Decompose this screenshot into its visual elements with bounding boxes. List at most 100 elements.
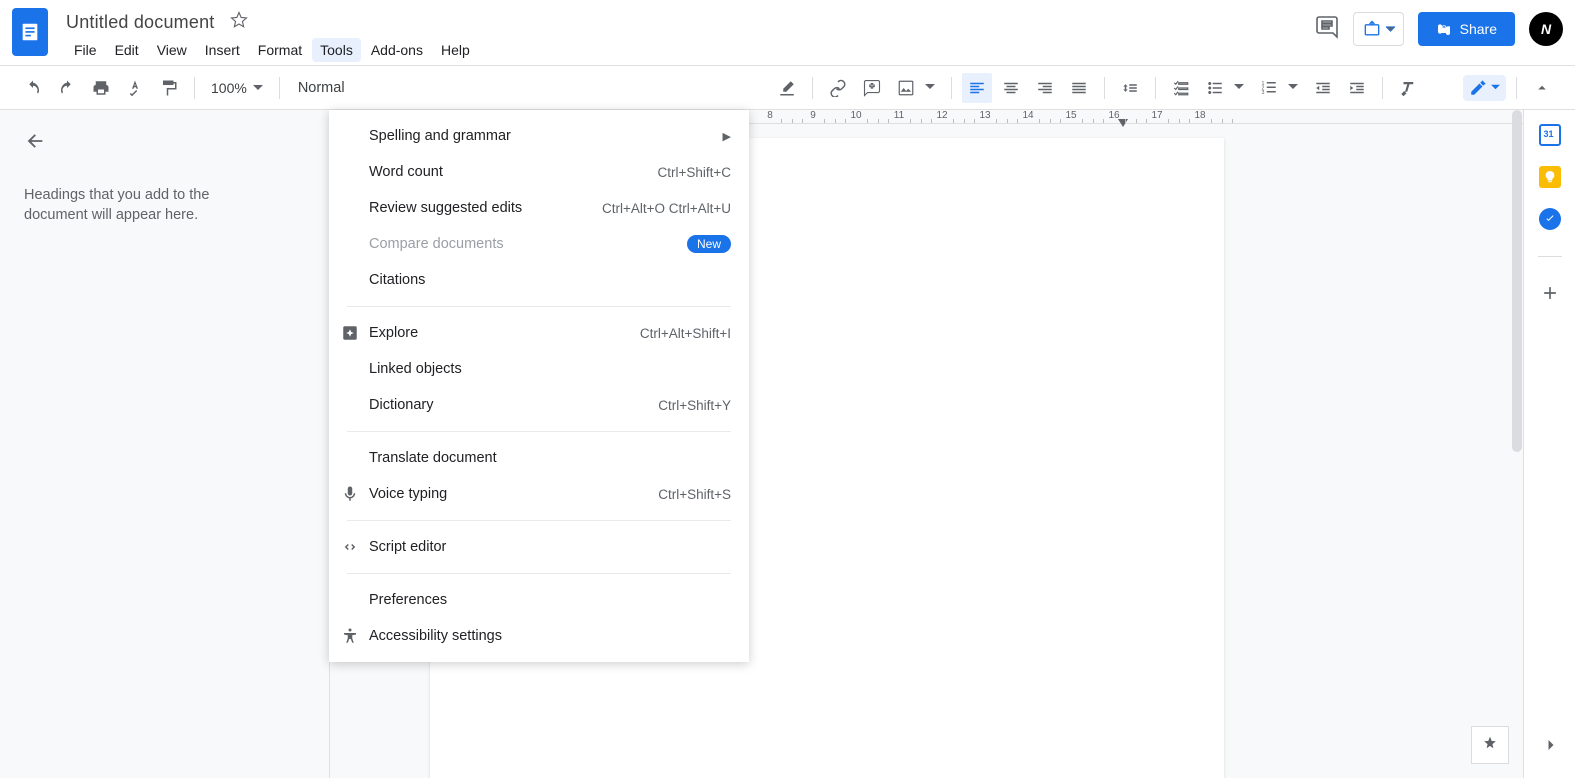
ruler-tick: 8 [767,110,773,121]
menu-file[interactable]: File [66,38,105,62]
dropdown-separator [347,306,731,307]
menu-add-ons[interactable]: Add-ons [363,38,431,62]
svg-text:3: 3 [1261,90,1264,96]
ruler-tick: 14 [1022,110,1033,121]
menu-format[interactable]: Format [250,38,310,62]
insert-image-button[interactable] [891,73,921,103]
dropdown-item-label: Review suggested edits [369,200,602,216]
docs-logo[interactable] [12,8,48,56]
dropdown-item-label: Word count [369,164,657,180]
accessibility-icon [341,627,369,645]
ruler-tick: 9 [810,110,816,121]
spellcheck-button[interactable] [120,73,150,103]
menu-edit[interactable]: Edit [107,38,147,62]
tools-dropdown: Spelling and grammar ▶ Word countCtrl+Shif… [329,110,749,662]
explore-fab[interactable] [1471,726,1509,764]
dropdown-item-label: Dictionary [369,397,658,413]
zoom-select[interactable]: 100% [205,80,269,96]
menu-tools[interactable]: Tools [312,38,361,62]
toolbar-separator [279,77,280,99]
keep-app-icon[interactable] [1539,166,1561,188]
dropdown-item-label: Preferences [369,592,731,608]
dropdown-separator [347,520,731,521]
align-justify-button[interactable] [1064,73,1094,103]
insert-link-button[interactable] [823,73,853,103]
code-icon [341,538,369,556]
new-badge: New [687,235,731,253]
clear-formatting-button[interactable] [1393,73,1423,103]
redo-button[interactable] [52,73,82,103]
paint-format-button[interactable] [154,73,184,103]
dropdown-item-label: Script editor [369,539,731,555]
highlight-color-button[interactable] [772,73,802,103]
tools-item-review-suggested-edits[interactable]: Review suggested editsCtrl+Alt+O Ctrl+Al… [329,190,749,226]
bullet-dropdown-caret[interactable] [1234,79,1250,97]
tools-item-linked-objects[interactable]: Linked objects [329,351,749,387]
image-dropdown-caret[interactable] [925,79,941,97]
decrease-indent-button[interactable] [1308,73,1338,103]
ruler-tick: 16 [1108,110,1119,121]
tools-item-voice-typing[interactable]: Voice typingCtrl+Shift+S [329,476,749,512]
tools-item-explore[interactable]: ExploreCtrl+Alt+Shift+I [329,315,749,351]
tools-item-script-editor[interactable]: Script editor [329,529,749,565]
add-app-button[interactable] [1540,283,1560,308]
style-select[interactable]: Normal [290,80,352,96]
tasks-app-icon[interactable] [1539,208,1561,230]
menu-view[interactable]: View [149,38,195,62]
side-panel-toggle[interactable] [1541,735,1561,760]
menu-insert[interactable]: Insert [197,38,248,62]
collapse-toolbar-button[interactable] [1527,73,1557,103]
document-title[interactable]: Untitled document [66,12,214,33]
add-comment-button[interactable] [857,73,887,103]
line-spacing-button[interactable] [1115,73,1145,103]
toolbar: 100% Normal 123 [0,66,1575,110]
share-button[interactable]: Share [1418,12,1515,46]
dropdown-separator [347,573,731,574]
ruler-tick: 10 [850,110,861,121]
dropdown-item-label: Accessibility settings [369,628,731,644]
toolbar-separator [812,77,813,99]
tools-item-word-count[interactable]: Word countCtrl+Shift+C [329,154,749,190]
menu-help[interactable]: Help [433,38,478,62]
dropdown-item-label: Citations [369,272,731,288]
numbered-list-button[interactable]: 123 [1254,73,1284,103]
toolbar-separator [194,77,195,99]
tools-item-accessibility-settings[interactable]: Accessibility settings [329,618,749,654]
align-left-button[interactable] [962,73,992,103]
tools-item-citations[interactable]: Citations [329,262,749,298]
increase-indent-button[interactable] [1342,73,1372,103]
checklist-button[interactable] [1166,73,1196,103]
tools-item-spelling-and-grammar[interactable]: Spelling and grammar ▶ [329,118,749,154]
outline-back-button[interactable] [24,130,305,157]
undo-button[interactable] [18,73,48,103]
dropdown-item-label: Compare documents [369,236,687,252]
outline-placeholder: Headings that you add to the document wi… [24,185,244,226]
header: Untitled document FileEditViewInsertForm… [0,0,1575,66]
align-right-button[interactable] [1030,73,1060,103]
ruler-tick: 18 [1194,110,1205,121]
tools-item-translate-document[interactable]: Translate document [329,440,749,476]
tools-item-dictionary[interactable]: DictionaryCtrl+Shift+Y [329,387,749,423]
account-avatar[interactable]: N [1529,12,1563,46]
ruler-tick: 12 [936,110,947,121]
bulleted-list-button[interactable] [1200,73,1230,103]
align-center-button[interactable] [996,73,1026,103]
print-button[interactable] [86,73,116,103]
star-icon[interactable] [230,11,248,34]
toolbar-separator [951,77,952,99]
vertical-scrollbar[interactable] [1512,110,1522,452]
header-actions: Share N [1315,12,1563,46]
calendar-app-icon[interactable] [1539,124,1561,146]
dropdown-item-label: Linked objects [369,361,731,377]
tools-item-preferences[interactable]: Preferences [329,582,749,618]
number-dropdown-caret[interactable] [1288,79,1304,97]
submenu-arrow-icon: ▶ [723,130,731,143]
editing-mode-button[interactable] [1463,75,1506,101]
present-button[interactable] [1353,12,1404,46]
ruler-tick: 11 [894,110,904,121]
explore-icon [341,324,369,342]
side-separator [1538,256,1562,257]
toolbar-separator [1155,77,1156,99]
dropdown-item-label: Spelling and grammar [369,128,715,144]
comments-icon[interactable] [1315,15,1339,44]
